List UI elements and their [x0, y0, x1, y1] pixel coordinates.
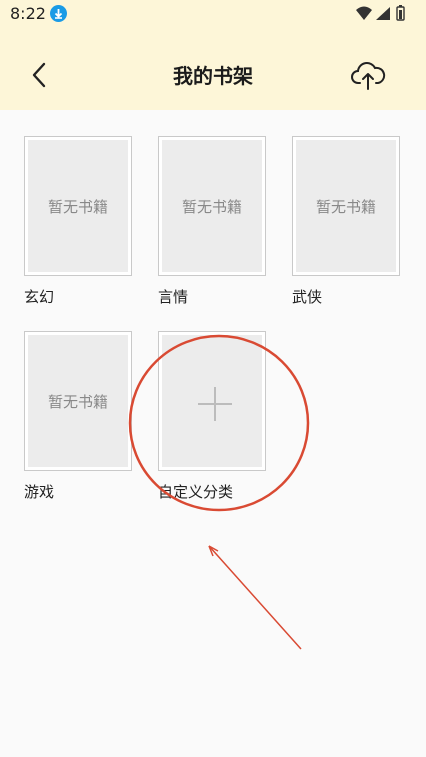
- empty-placeholder: 暂无书籍: [28, 335, 128, 467]
- arrow-head: [208, 545, 219, 557]
- add-category-button[interactable]: [158, 331, 266, 471]
- shelf-label: 言情: [158, 288, 189, 306]
- signal-icon: [376, 7, 390, 20]
- wifi-icon: [356, 6, 372, 20]
- shelf-cover[interactable]: 暂无书籍: [24, 136, 132, 276]
- cloud-upload-button[interactable]: [350, 58, 386, 94]
- empty-placeholder: 暂无书籍: [28, 140, 128, 272]
- shelf-cover[interactable]: 暂无书籍: [24, 331, 132, 471]
- shelf-label: 武侠: [292, 288, 323, 306]
- shelf-cover[interactable]: 暂无书籍: [158, 136, 266, 276]
- cloud-upload-icon: [351, 62, 386, 90]
- add-category-cover: [162, 335, 262, 467]
- download-icon: [50, 5, 67, 22]
- status-icons: [354, 4, 414, 26]
- empty-placeholder: 暂无书籍: [162, 140, 262, 272]
- shelf-label: 玄幻: [24, 288, 55, 306]
- shelf-label: 游戏: [24, 483, 55, 501]
- custom-category-label: 自定义分类: [158, 483, 234, 501]
- shelf-cover[interactable]: 暂无书籍: [292, 136, 400, 276]
- app-header: 8:22 我的书架: [0, 0, 426, 110]
- empty-placeholder: 暂无书籍: [296, 140, 396, 272]
- annotation-arrow: [208, 545, 302, 650]
- battery-icon: [396, 5, 405, 21]
- status-time: 8:22: [10, 4, 46, 23]
